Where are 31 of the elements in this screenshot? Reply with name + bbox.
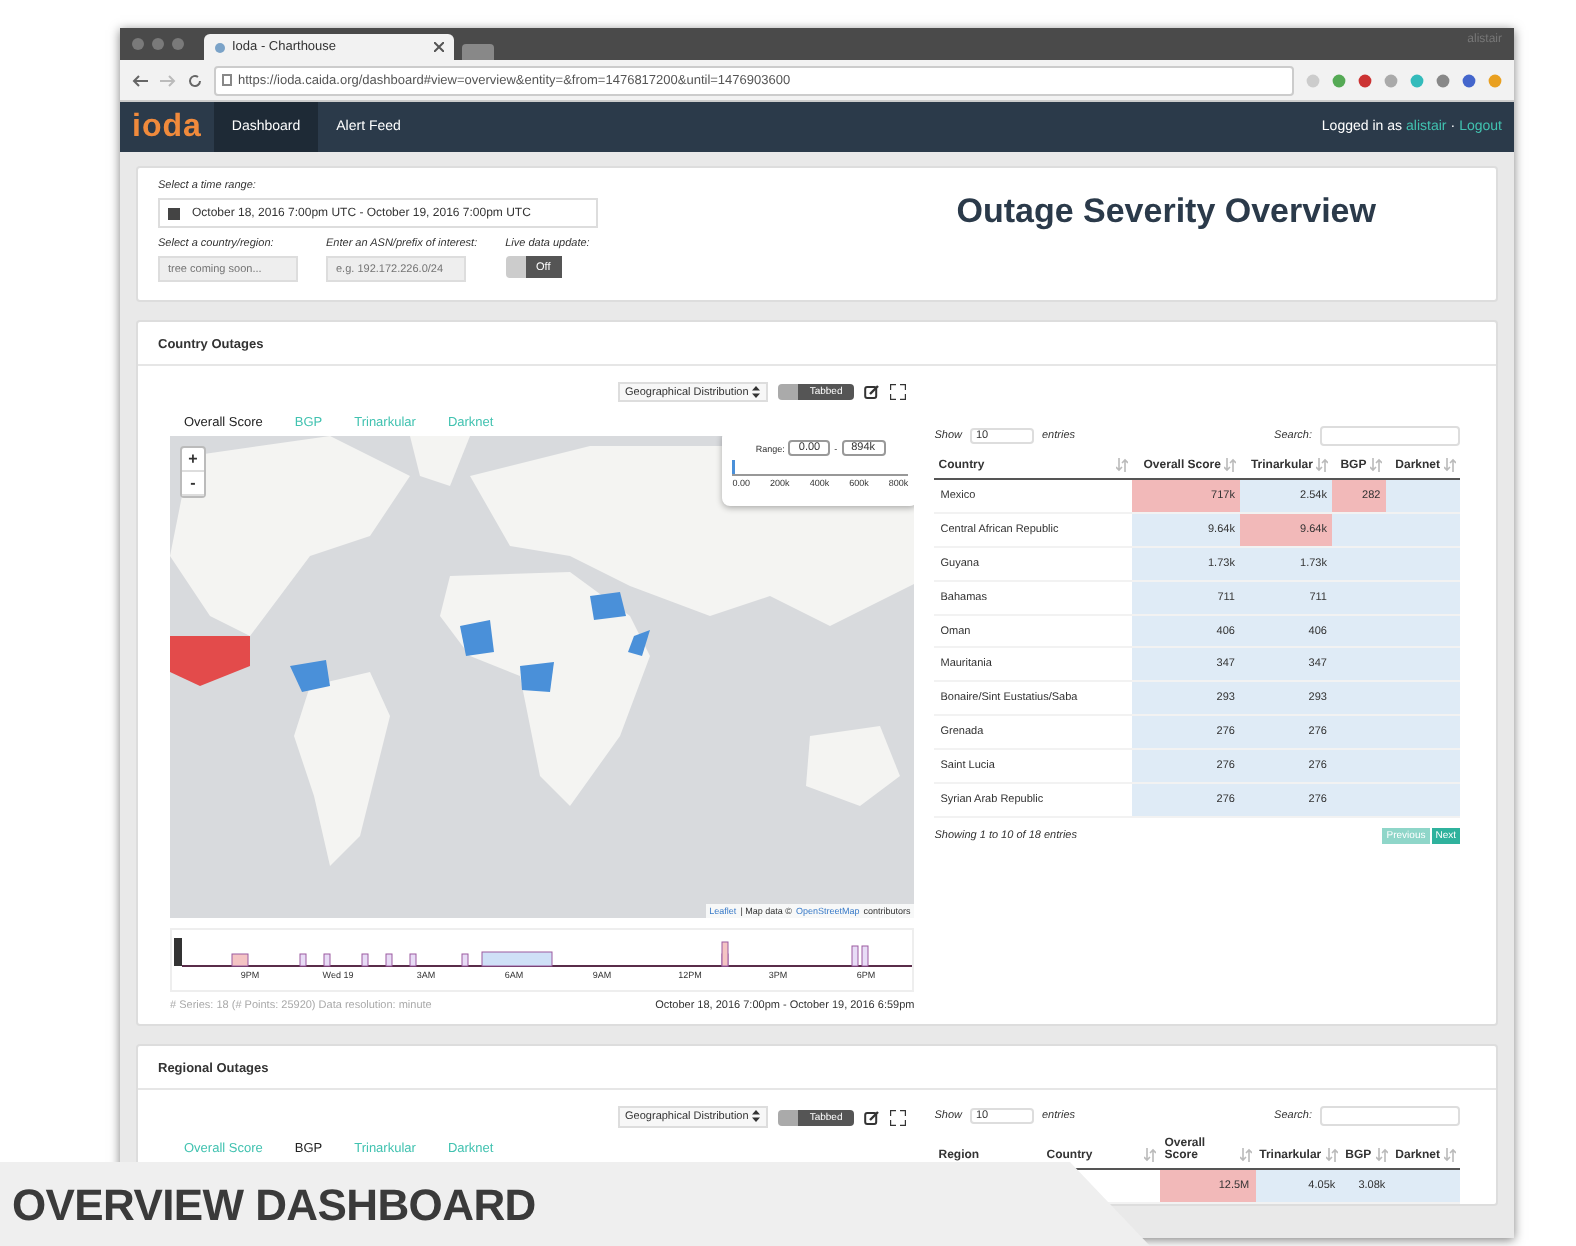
sort-icon[interactable] [1444,1148,1456,1163]
edit-icon[interactable] [864,384,881,401]
close-icon[interactable] [434,42,444,52]
page-title: Outage Severity Overview [956,192,1376,232]
zoom-in-button[interactable]: + [182,448,204,473]
fullscreen-icon[interactable] [890,384,907,401]
search-field[interactable] [1320,426,1460,446]
logo[interactable]: ioda [120,102,214,152]
globe-icon [214,41,226,53]
zoom-out-button[interactable]: - [182,472,204,497]
calendar-icon [168,207,180,219]
caption-text: OVERVIEW DASHBOARD [12,1180,536,1232]
sort-icon[interactable] [1375,1148,1388,1163]
sort-icon[interactable] [1370,458,1383,472]
sort-icon[interactable] [1316,458,1329,472]
sort-icon[interactable] [1239,1148,1252,1163]
fullscreen-icon[interactable] [890,1109,907,1126]
sort-icon[interactable] [1224,458,1237,472]
sort-icon[interactable] [1444,458,1456,472]
caret-icon [751,386,760,398]
sort-icon[interactable] [1144,1148,1157,1163]
search-field[interactable] [1320,1106,1460,1127]
forward-arrow-icon[interactable] [160,73,176,87]
sort-icon[interactable] [1325,1148,1338,1163]
back-arrow-icon[interactable] [132,73,148,87]
caret-icon [751,1110,760,1123]
edit-icon[interactable] [864,1109,881,1126]
sort-icon[interactable] [1116,458,1129,472]
page-icon [222,74,232,86]
reload-icon[interactable] [188,73,202,87]
new-tab-button[interactable] [462,44,494,60]
